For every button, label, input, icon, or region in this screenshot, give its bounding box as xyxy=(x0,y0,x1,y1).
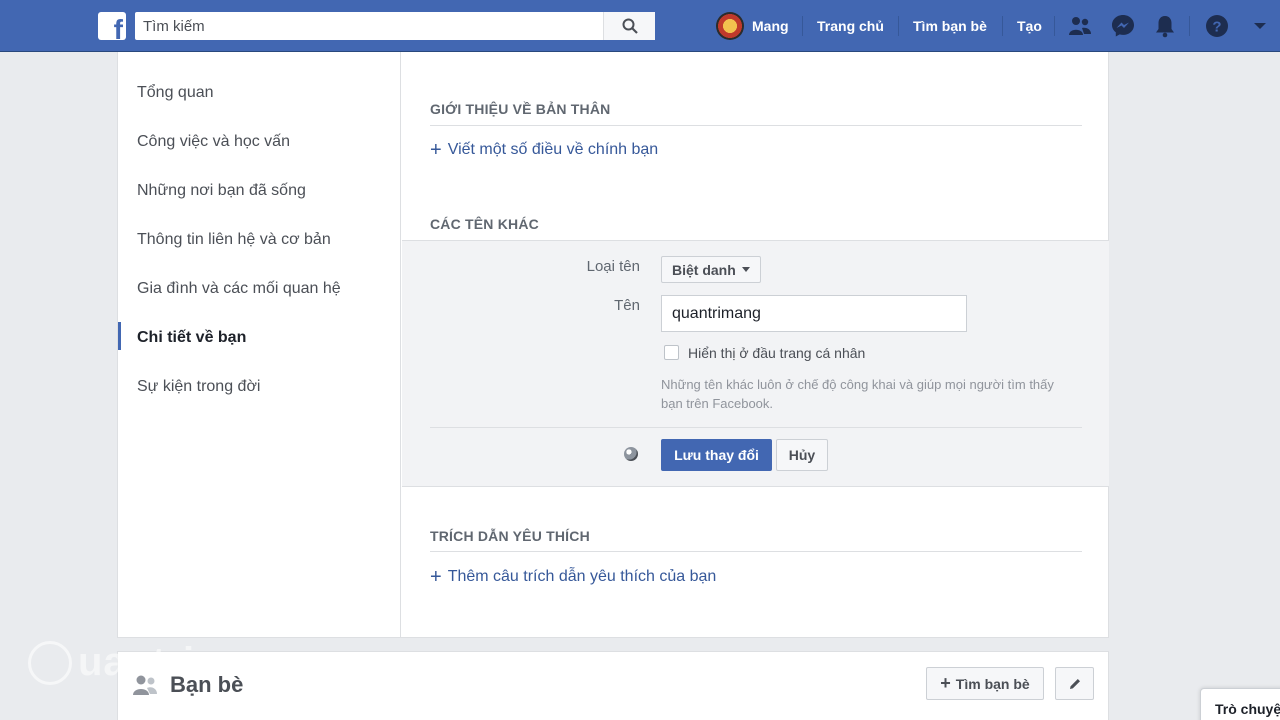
svg-text:?: ? xyxy=(1212,19,1221,36)
find-friends-button[interactable]: + Tìm bạn bè xyxy=(926,667,1044,700)
other-name-edit-form: Loại tên Biệt danh Tên Hiển thị ở đầu tr… xyxy=(402,240,1109,487)
add-favorite-quote-link[interactable]: + Thêm câu trích dẫn yêu thích của bạn xyxy=(430,567,716,587)
other-name-input[interactable] xyxy=(661,295,967,332)
section-divider xyxy=(430,551,1082,552)
search-icon xyxy=(622,18,638,34)
chat-tab[interactable]: Trò chuyện xyxy=(1200,688,1280,720)
name-type-value: Biệt danh xyxy=(672,261,736,278)
nav-divider xyxy=(1189,16,1190,36)
privacy-globe-icon[interactable] xyxy=(624,447,638,461)
watermark-logo: uantrimang xyxy=(28,640,306,685)
nav-home-link[interactable]: Trang chủ xyxy=(817,18,884,34)
friend-requests-icon[interactable] xyxy=(1068,14,1092,38)
search-input[interactable] xyxy=(135,12,603,40)
profile-link[interactable]: Mang xyxy=(716,12,789,40)
sidebar-item-places-lived[interactable]: Những nơi bạn đã sống xyxy=(137,182,306,200)
account-menu-chevron-down-icon[interactable] xyxy=(1248,14,1272,38)
about-card: Tổng quan Công việc và học vấn Những nơi… xyxy=(117,52,1109,638)
logo-letter: f xyxy=(113,14,123,41)
sidebar-item-details-about-you[interactable]: Chi tiết về bạn xyxy=(137,329,246,347)
messenger-icon[interactable] xyxy=(1111,14,1135,38)
sidebar-item-work-education[interactable]: Công việc và học vấn xyxy=(137,133,290,151)
sidebar-item-overview[interactable]: Tổng quan xyxy=(137,84,214,102)
cancel-button[interactable]: Hủy xyxy=(776,439,828,471)
nav-divider xyxy=(802,16,803,36)
caret-down-icon xyxy=(741,267,750,272)
nav-create-link[interactable]: Tạo xyxy=(1017,18,1042,34)
name-type-label: Loại tên xyxy=(586,258,640,275)
show-on-profile-label[interactable]: Hiển thị ở đầu trang cá nhân xyxy=(688,345,865,361)
nav-find-friends-link[interactable]: Tìm bạn bè xyxy=(913,18,987,34)
watermark-circle xyxy=(28,640,72,685)
nav-divider xyxy=(898,16,899,36)
add-favorite-quote-label: Thêm câu trích dẫn yêu thích của bạn xyxy=(447,568,717,585)
other-names-help-text: Những tên khác luôn ở chế độ công khai v… xyxy=(661,377,1054,411)
active-indicator xyxy=(118,322,121,350)
notifications-icon[interactable] xyxy=(1153,14,1177,38)
about-yourself-title: GIỚI THIỆU VỀ BẢN THÂN xyxy=(430,101,611,117)
save-changes-button[interactable]: Lưu thay đổi xyxy=(661,439,772,471)
plus-icon: + xyxy=(430,139,442,161)
write-about-yourself-link[interactable]: + Viết một số điều về chính bạn xyxy=(430,140,658,160)
other-names-title: CÁC TÊN KHÁC xyxy=(430,216,539,232)
sidebar-item-contact-basic-info[interactable]: Thông tin liên hệ và cơ bản xyxy=(137,231,331,249)
favorite-quotes-title: TRÍCH DẪN YÊU THÍCH xyxy=(430,528,590,544)
watermark-text: uantrimang xyxy=(78,640,306,684)
nav-divider xyxy=(1054,16,1055,36)
find-friends-label: Tìm bạn bè xyxy=(955,675,1030,692)
show-on-profile-checkbox[interactable] xyxy=(664,345,679,360)
write-about-yourself-label: Viết một số điều về chính bạn xyxy=(447,141,659,158)
help-icon[interactable]: ? xyxy=(1205,14,1229,38)
search-box xyxy=(135,12,655,40)
top-navigation-bar: f Mang Trang chủ Tìm bạn bè Tạo ? xyxy=(0,0,1280,52)
about-sidebar: Tổng quan Công việc và học vấn Những nơi… xyxy=(118,52,401,637)
form-divider xyxy=(430,427,1082,428)
pencil-icon xyxy=(1069,678,1080,689)
avatar xyxy=(716,12,744,40)
name-label: Tên xyxy=(614,297,640,314)
nav-divider xyxy=(1002,16,1003,36)
section-divider xyxy=(430,125,1082,126)
sidebar-item-life-events[interactable]: Sự kiện trong đời xyxy=(137,378,260,396)
user-name: Mang xyxy=(752,18,789,34)
plus-icon: + xyxy=(430,566,442,588)
name-type-dropdown[interactable]: Biệt danh xyxy=(661,256,761,283)
plus-icon: + xyxy=(940,673,951,693)
edit-friends-button[interactable] xyxy=(1055,667,1094,700)
facebook-logo[interactable]: f xyxy=(98,12,126,40)
sidebar-item-family-relationships[interactable]: Gia đình và các mối quan hệ xyxy=(137,280,341,298)
about-content: GIỚI THIỆU VỀ BẢN THÂN + Viết một số điề… xyxy=(402,52,1109,637)
search-button[interactable] xyxy=(603,12,655,40)
